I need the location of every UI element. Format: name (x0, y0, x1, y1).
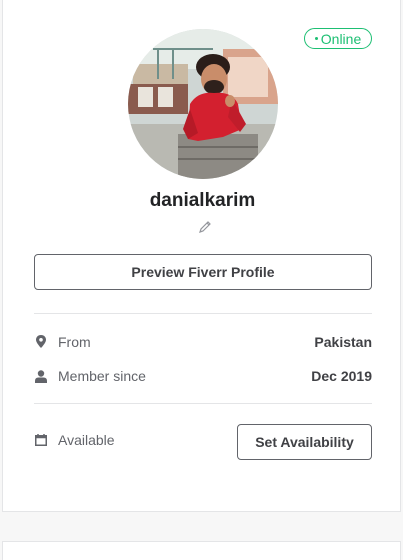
pencil-icon[interactable] (198, 220, 212, 234)
member-since-label: Member since (58, 368, 146, 384)
username: danialkarim (149, 190, 256, 211)
set-availability-button[interactable]: Set Availability (237, 424, 372, 460)
calendar-icon (34, 433, 48, 447)
map-pin-icon (34, 335, 48, 349)
availability-label: Available (58, 432, 115, 448)
preview-profile-button[interactable]: Preview Fiverr Profile (34, 254, 372, 290)
from-label: From (58, 334, 91, 350)
availability-row: Available (34, 430, 224, 450)
info-row-member-since: Member since Dec 2019 (34, 366, 372, 386)
status-badge: Online (304, 28, 372, 49)
avatar[interactable] (128, 29, 278, 179)
info-row-from: From Pakistan (34, 332, 372, 352)
online-dot-icon (314, 37, 318, 40)
user-icon (34, 369, 48, 383)
divider (34, 313, 372, 314)
divider (34, 403, 372, 404)
next-card (2, 541, 401, 560)
status-text: Online (320, 30, 362, 47)
member-since-value: Dec 2019 (311, 368, 372, 384)
seller-profile-card: Online danialkarim Preview Fiverr Profil… (2, 0, 401, 512)
from-value: Pakistan (314, 334, 372, 350)
avatar-photo (128, 29, 278, 179)
